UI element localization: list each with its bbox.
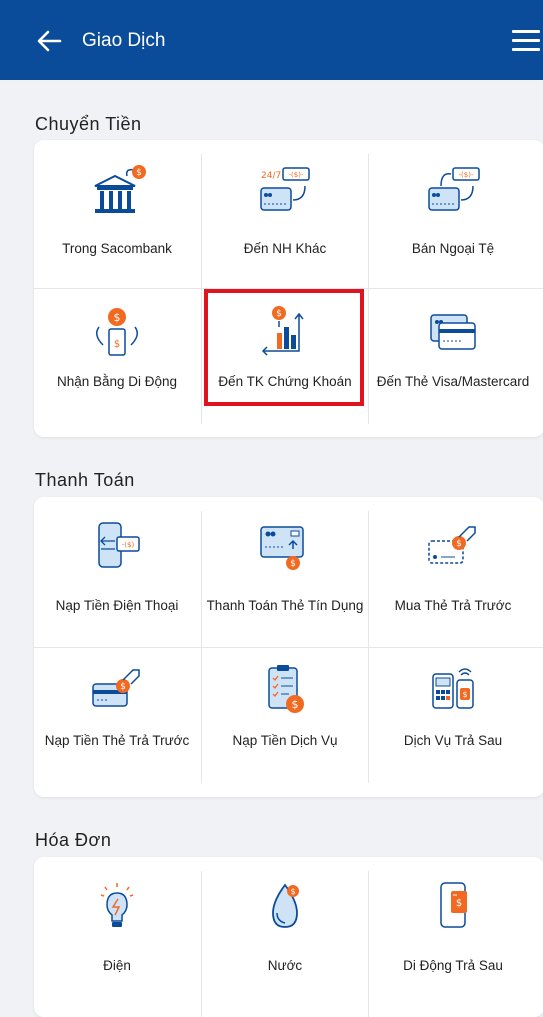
- transfer-item-nhan-bang-di-dong[interactable]: $ $ Nhận Bằng Di Động: [34, 289, 200, 437]
- svg-text:$: $: [114, 339, 120, 350]
- transfer-card: $ Trong Sacombank 24/7 -($)- Đến NH Khác…: [34, 140, 543, 437]
- top-app-bar: Giao Dịch: [0, 0, 543, 80]
- transfer-item-trong-sacombank[interactable]: $ Trong Sacombank: [34, 140, 200, 288]
- buy-prepaid-card-icon: $: [428, 526, 476, 564]
- bills-item-nuoc[interactable]: $ Nước: [202, 857, 368, 1007]
- svg-text:$: $: [456, 898, 462, 909]
- payment-item-thanh-toan-the-tin-dung[interactable]: $ Thanh Toán Thẻ Tín Dụng: [202, 497, 368, 647]
- bills-item-label: Nước: [267, 958, 303, 973]
- svg-text:$: $: [120, 682, 126, 692]
- bills-item-label: Di Động Trả Sau: [403, 958, 503, 973]
- mobile-receive-icon: $ $: [96, 308, 138, 356]
- water-drop-icon: $: [272, 883, 299, 928]
- hamburger-menu-icon[interactable]: [512, 30, 540, 52]
- transfer-item-label: Đến NH Khác: [243, 241, 327, 256]
- payment-item-nap-tien-dien-thoai[interactable]: -($) Nạp Tiền Điện Thoại: [34, 497, 200, 647]
- svg-text:$: $: [292, 698, 299, 711]
- section-title-payment: Thanh Toán: [35, 470, 135, 490]
- card-transfer-24-7-icon: 24/7 -($)-: [260, 167, 310, 211]
- payment-item-nap-tien-dich-vu[interactable]: $ Nạp Tiền Dịch Vụ: [202, 648, 368, 798]
- payment-item-label: Dịch Vụ Trả Sau: [403, 733, 503, 748]
- payment-item-mua-the-tra-truoc[interactable]: $ Mua Thẻ Trả Trước: [370, 497, 536, 647]
- bills-item-label: Điện: [103, 958, 131, 973]
- service-topup-icon: $: [268, 665, 304, 713]
- lightbulb-icon: [100, 883, 134, 927]
- payment-item-label: Nạp Tiền Điện Thoại: [55, 598, 179, 613]
- svg-text:$: $: [290, 887, 295, 896]
- svg-text:$: $: [276, 309, 282, 319]
- svg-text:-($)-: -($)-: [459, 171, 474, 179]
- svg-text:24/7: 24/7: [261, 171, 281, 181]
- card-foreign-currency-icon: -($)-: [428, 167, 480, 211]
- transfer-item-label: Bán Ngoại Tệ: [411, 241, 495, 256]
- section-title-bills: Hóa Đơn: [35, 830, 112, 850]
- arrow-left-icon[interactable]: [36, 28, 62, 54]
- bills-item-di-dong-tra-sau[interactable]: $ Di Động Trả Sau: [370, 857, 536, 1007]
- payment-card: -($) Nạp Tiền Điện Thoại $ Thanh Toán Th…: [34, 497, 543, 797]
- credit-card-icon: [430, 314, 476, 350]
- payment-item-nap-tien-the-tra-truoc[interactable]: $ Nạp Tiền Thẻ Trả Trước: [34, 648, 200, 798]
- svg-text:$: $: [462, 690, 467, 699]
- bills-item-dien[interactable]: Điện: [34, 857, 200, 1007]
- payment-item-label: Nạp Tiền Dịch Vụ: [232, 733, 338, 748]
- phone-topup-icon: -($): [98, 522, 140, 568]
- securities-account-icon: $: [261, 306, 304, 356]
- svg-text:$: $: [136, 168, 142, 178]
- svg-text:$: $: [114, 311, 121, 324]
- payment-item-label: Mua Thẻ Trả Trước: [394, 598, 512, 613]
- bills-card: Điện $ Nước $ Di Động Trả Sau: [34, 857, 543, 1017]
- payment-item-dich-vu-tra-sau[interactable]: $ Dịch Vụ Trả Sau: [370, 648, 536, 798]
- postpaid-service-icon: $: [432, 668, 474, 709]
- svg-text:-($): -($): [122, 541, 135, 549]
- svg-text:$: $: [456, 539, 462, 549]
- transfer-item-label: Đến TK Chứng Khoán: [218, 374, 352, 389]
- payment-item-label: Nạp Tiền Thẻ Trả Trước: [44, 733, 190, 748]
- credit-card-payment-icon: $: [260, 526, 304, 570]
- svg-text:-($)-: -($)-: [289, 171, 304, 179]
- transfer-item-ban-ngoai-te[interactable]: -($)- Bán Ngoại Tệ: [370, 140, 536, 288]
- section-title-transfer: Chuyển Tiền: [35, 114, 142, 134]
- payment-item-label: Thanh Toán Thẻ Tín Dụng: [206, 598, 364, 613]
- prepaid-card-topup-icon: $: [92, 669, 140, 707]
- page-title: Giao Dịch: [82, 30, 166, 51]
- transfer-item-label: Đến Thẻ Visa/Mastercard: [376, 374, 530, 389]
- transfer-item-label: Trong Sacombank: [62, 241, 172, 256]
- transfer-item-den-nh-khac[interactable]: 24/7 -($)- Đến NH Khác: [202, 140, 368, 288]
- svg-text:$: $: [290, 559, 296, 569]
- transfer-item-label: Nhận Bằng Di Động: [56, 374, 178, 389]
- transfer-item-den-tk-chung-khoan[interactable]: $ Đến TK Chứng Khoán: [202, 289, 368, 437]
- mobile-postpaid-icon: $: [440, 882, 467, 928]
- transfer-item-den-the-visa[interactable]: Đến Thẻ Visa/Mastercard: [370, 289, 536, 437]
- bank-transfer-icon: $: [94, 165, 146, 213]
